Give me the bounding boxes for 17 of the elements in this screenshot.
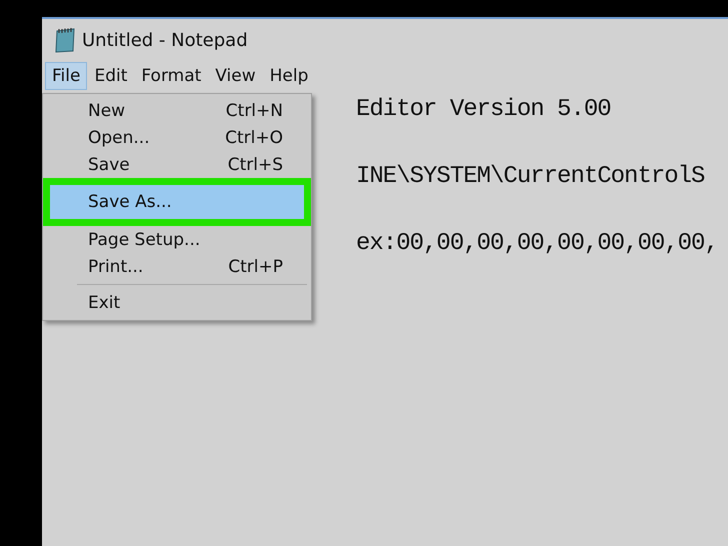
- menu-bar-item[interactable]: View: [208, 62, 263, 90]
- menu-item[interactable]: Open... Ctrl+O: [43, 124, 311, 151]
- menu-item[interactable]: New Ctrl+N: [43, 97, 311, 124]
- menu-item[interactable]: Exit: [43, 289, 311, 316]
- menu-bar-item[interactable]: Format: [134, 62, 208, 90]
- notepad-icon: [54, 27, 76, 53]
- menu-item[interactable]: Print... Ctrl+P: [43, 253, 311, 280]
- menu-bar-item[interactable]: Help: [262, 62, 316, 90]
- menu-item[interactable]: Page Setup...: [43, 226, 311, 253]
- menu-bar-item[interactable]: Edit: [87, 62, 134, 90]
- window-title: Untitled - Notepad: [82, 30, 248, 50]
- menu-bar-item[interactable]: File: [45, 62, 88, 90]
- editor-text-line: INE\SYSTEM\CurrentControlS: [356, 162, 706, 192]
- menu-item[interactable]: Save As...: [43, 178, 311, 226]
- editor-text-line: ex:00,00,00,00,00,00,00,00,: [356, 229, 719, 259]
- editor-text-line: Editor Version 5.00: [356, 95, 612, 125]
- menu-item[interactable]: Save Ctrl+S: [43, 151, 311, 178]
